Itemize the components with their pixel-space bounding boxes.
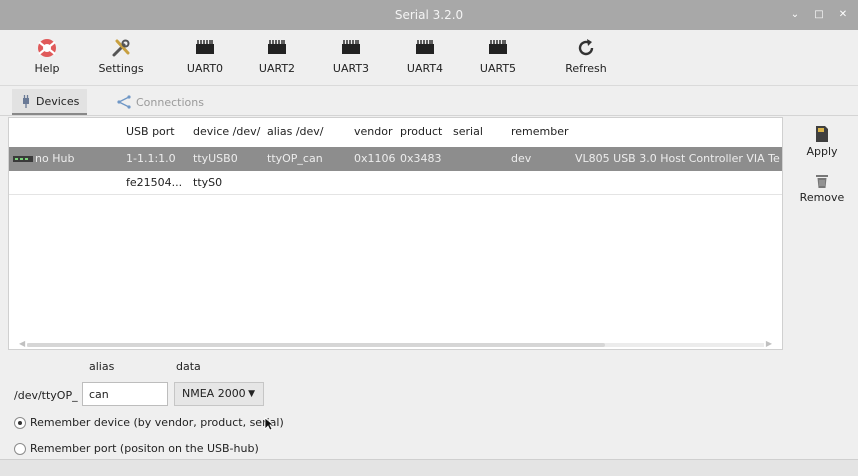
hub-icon xyxy=(13,156,33,162)
plug-icon xyxy=(23,95,29,108)
scrollbar-thumb[interactable] xyxy=(27,343,605,347)
scroll-right-icon[interactable]: ▶ xyxy=(766,339,772,348)
serial-port-icon xyxy=(196,40,214,54)
refresh-label: Refresh xyxy=(565,62,607,75)
uart0-label: UART0 xyxy=(186,62,224,75)
uart3-button[interactable]: UART3 xyxy=(328,34,374,82)
vendor-cell: 0x1106 xyxy=(354,152,396,165)
uart5-label: UART5 xyxy=(479,62,517,75)
uart4-label: UART4 xyxy=(406,62,444,75)
apply-button[interactable]: Apply xyxy=(786,125,858,158)
close-icon[interactable]: ✕ xyxy=(836,9,850,20)
device-prefix: /dev/ttyOP_ xyxy=(14,389,78,402)
uart0-button[interactable]: UART0 xyxy=(182,34,228,82)
column-header-serial[interactable]: serial xyxy=(453,118,483,146)
column-header-alias[interactable]: alias /dev/ xyxy=(267,118,324,146)
help-label: Help xyxy=(34,62,60,75)
radio-unselected-icon xyxy=(14,442,26,455)
minimize-icon[interactable]: ⌄ xyxy=(788,9,802,20)
tab-devices[interactable]: Devices xyxy=(12,89,88,115)
remember-device-label: Remember device (by vendor, product, ser… xyxy=(30,416,284,429)
remember-device-radio[interactable]: Remember device (by vendor, product, ser… xyxy=(14,416,284,429)
alias-cell: ttyOP_can xyxy=(267,152,323,165)
uart4-button[interactable]: UART4 xyxy=(402,34,448,82)
scroll-left-icon[interactable]: ◀ xyxy=(19,339,25,348)
apply-label: Apply xyxy=(806,145,838,158)
maximize-icon[interactable]: □ xyxy=(812,9,826,20)
alias-label: alias xyxy=(89,360,115,373)
tab-devices-label: Devices xyxy=(36,94,80,108)
settings-button[interactable]: Settings xyxy=(95,34,147,82)
toolbar: Help Settings UART0 UART2 UART3 UART4 UA… xyxy=(0,30,858,86)
remove-label: Remove xyxy=(799,191,845,204)
refresh-icon xyxy=(578,39,594,56)
remove-button[interactable]: Remove xyxy=(786,173,858,204)
uart2-button[interactable]: UART2 xyxy=(254,34,300,82)
device-cell: ttyUSB0 xyxy=(193,152,238,165)
column-header-device[interactable]: device /dev/ xyxy=(193,118,260,146)
serial-port-icon xyxy=(268,40,286,54)
device-cell: ttyS0 xyxy=(193,176,223,189)
refresh-button[interactable]: Refresh xyxy=(560,34,612,82)
serial-port-icon xyxy=(342,40,360,54)
tab-bar: Devices Connections xyxy=(0,86,858,116)
settings-label: Settings xyxy=(98,62,144,75)
device-table: USB port device /dev/ alias /dev/ vendor… xyxy=(8,117,783,350)
serial-port-icon xyxy=(489,40,507,54)
uart5-button[interactable]: UART5 xyxy=(475,34,521,82)
column-header-product[interactable]: product xyxy=(400,118,442,146)
data-label: data xyxy=(176,360,201,373)
tools-icon xyxy=(112,39,130,57)
window-title: Serial 3.2.0 xyxy=(394,8,464,22)
mouse-cursor-icon xyxy=(264,417,274,431)
radio-selected-icon xyxy=(14,416,26,429)
data-type-value: NMEA 2000 xyxy=(182,387,246,400)
remember-cell: dev xyxy=(511,152,532,165)
alias-input[interactable] xyxy=(82,382,168,406)
window-controls: ⌄ □ ✕ xyxy=(788,9,850,20)
title-bar: Serial 3.2.0 ⌄ □ ✕ xyxy=(0,0,858,30)
remember-port-radio[interactable]: Remember port (positon on the USB-hub) xyxy=(14,442,259,455)
side-panel: Apply Remove xyxy=(786,117,858,459)
table-row[interactable]: no Hub 1-1.1:1.0 ttyUSB0 ttyOP_can 0x110… xyxy=(9,147,782,171)
table-row[interactable]: fe21504... ttyS0 xyxy=(9,171,782,195)
help-button[interactable]: Help xyxy=(26,34,68,82)
product-cell: 0x3483 xyxy=(400,152,442,165)
uart3-label: UART3 xyxy=(332,62,370,75)
column-header-usb-port[interactable]: USB port xyxy=(126,118,175,146)
usb-port-cell: 1-1.1:1.0 xyxy=(126,152,176,165)
dropdown-arrow-icon: ▼ xyxy=(248,389,255,399)
serial-port-icon xyxy=(416,40,434,54)
help-icon xyxy=(38,39,56,57)
column-header-remember[interactable]: remember xyxy=(511,118,569,146)
data-type-select[interactable]: NMEA 2000 ▼ xyxy=(174,382,264,406)
uart2-label: UART2 xyxy=(258,62,296,75)
column-header-vendor[interactable]: vendor xyxy=(354,118,392,146)
sd-card-icon xyxy=(816,126,828,142)
usb-port-cell: fe21504... xyxy=(126,176,183,189)
share-icon xyxy=(117,95,131,109)
description-cell: VL805 USB 3.0 Host Controller VIA Te xyxy=(575,152,780,165)
tab-connections[interactable]: Connections xyxy=(108,89,212,115)
hub-cell: no Hub xyxy=(35,152,75,165)
status-bar xyxy=(0,459,858,476)
tab-connections-label: Connections xyxy=(136,95,204,109)
horizontal-scrollbar[interactable]: ◀ ▶ xyxy=(19,339,772,349)
remember-port-label: Remember port (positon on the USB-hub) xyxy=(30,442,259,455)
trash-icon xyxy=(816,175,828,188)
